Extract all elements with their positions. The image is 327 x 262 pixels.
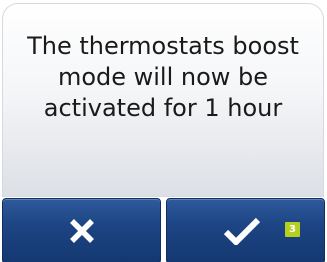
close-icon [69,219,94,243]
message-panel: The thermostats boost mode will now be a… [2,3,324,197]
confirm-button[interactable]: 3 [166,198,325,262]
button-bar: 3 [0,198,327,262]
checkmark-icon [223,217,260,245]
cancel-button[interactable] [2,198,161,262]
boost-message: The thermostats boost mode will now be a… [27,32,299,122]
boost-confirmation-screen: The thermostats boost mode will now be a… [0,0,327,262]
step-badge: 3 [285,222,300,237]
